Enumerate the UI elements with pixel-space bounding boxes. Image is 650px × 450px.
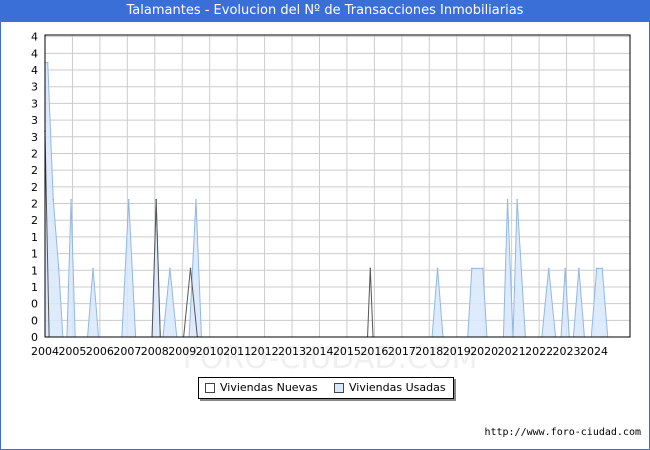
legend-label-nuevas: Viviendas Nuevas <box>220 381 318 394</box>
usadas-point <box>52 198 55 201</box>
usadas-point <box>595 267 598 270</box>
legend-swatch-nuevas <box>205 383 215 393</box>
source-url: http://www.foro-ciudad.com <box>484 427 641 438</box>
x-tick-label: 2004 <box>31 345 59 358</box>
x-axis-ticks: 2004 2005 2006 2007 2008 2009 2010 2011 2012 2013… <box>31 345 608 358</box>
x-tick-label: 2022 <box>525 345 553 358</box>
legend: Viviendas Nuevas Viviendas Usadas <box>198 377 454 399</box>
x-tick-label: 2018 <box>415 345 443 358</box>
usadas-point <box>436 267 439 270</box>
x-tick-label: 2010 <box>196 345 224 358</box>
y-tick-label: 2 <box>31 181 38 194</box>
x-tick-label: 2020 <box>470 345 498 358</box>
x-tick-label: 2012 <box>251 345 279 358</box>
x-tick-label: 2009 <box>168 345 196 358</box>
nuevas-point <box>369 267 372 270</box>
usadas-point <box>169 267 171 270</box>
y-tick-label: 4 <box>31 47 38 60</box>
x-tick-label: 2006 <box>86 345 114 358</box>
x-tick-label: 2011 <box>223 345 251 358</box>
y-tick-label: 2 <box>31 147 38 160</box>
y-tick-label: 2 <box>31 214 38 227</box>
y-tick-label: 3 <box>31 114 38 127</box>
usadas-point <box>46 61 49 64</box>
nuevas-point <box>189 267 192 270</box>
usadas-point <box>547 267 550 270</box>
x-tick-label: 2014 <box>306 345 334 358</box>
x-tick-label: 2008 <box>141 345 169 358</box>
usadas-point <box>195 198 197 201</box>
usadas-point <box>516 198 518 201</box>
usadas-point <box>601 267 604 270</box>
y-tick-label: 3 <box>31 81 38 94</box>
y-tick-label: 0 <box>31 314 38 327</box>
legend-swatch-usadas <box>334 383 344 393</box>
y-tick-label: 1 <box>31 281 38 294</box>
usadas-point <box>482 267 484 270</box>
usadas-point <box>506 198 509 201</box>
y-tick-label: 4 <box>31 31 38 44</box>
y-tick-label: 2 <box>31 198 38 211</box>
x-tick-label: 2007 <box>113 345 141 358</box>
usadas-point <box>127 198 130 201</box>
y-tick-label: 4 <box>31 64 38 77</box>
x-tick-label: 2015 <box>333 345 361 358</box>
usadas-point <box>70 198 72 201</box>
x-tick-label: 2017 <box>388 345 416 358</box>
y-tick-label: 1 <box>31 231 38 244</box>
legend-label-usadas: Viviendas Usadas <box>349 381 446 394</box>
nuevas-point <box>155 198 157 201</box>
x-tick-label: 2013 <box>278 345 306 358</box>
usadas-point <box>57 267 60 270</box>
usadas-point <box>564 267 566 270</box>
x-tick-label: 2021 <box>498 345 526 358</box>
y-tick-label: 3 <box>31 97 38 110</box>
y-tick-label: 0 <box>31 331 38 344</box>
usadas-point <box>471 267 473 270</box>
y-tick-label: 3 <box>31 131 38 144</box>
y-axis-ticks: 0 0 0 1 1 1 1 2 2 2 2 2 3 3 3 3 4 4 4 <box>31 31 38 344</box>
y-tick-label: 0 <box>31 298 38 311</box>
x-tick-label: 2005 <box>58 345 86 358</box>
x-tick-label: 2016 <box>360 345 388 358</box>
x-tick-label: 2019 <box>443 345 471 358</box>
x-tick-label: 2024 <box>580 345 608 358</box>
x-tick-label: 2023 <box>553 345 581 358</box>
y-tick-label: 2 <box>31 164 38 177</box>
y-tick-label: 1 <box>31 264 38 277</box>
usadas-point <box>578 267 580 270</box>
usadas-point <box>92 267 94 270</box>
y-tick-label: 1 <box>31 248 38 261</box>
